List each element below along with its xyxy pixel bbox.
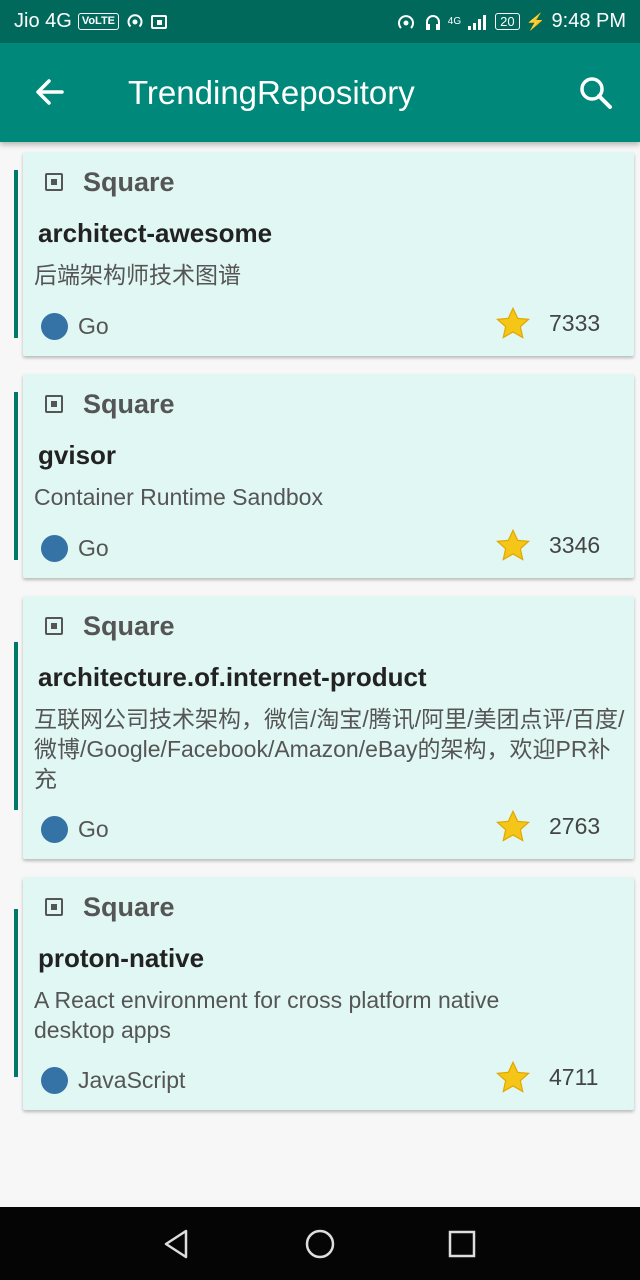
- repo-card[interactable]: Square proton-native A React environment…: [23, 877, 634, 1110]
- battery-level: 20: [495, 13, 520, 30]
- repo-name[interactable]: proton-native: [38, 943, 204, 974]
- repo-name[interactable]: architecture.of.internet-product: [38, 662, 427, 693]
- owner-name: Square: [83, 166, 175, 197]
- accent-bar: [14, 392, 18, 560]
- owner-avatar-icon: [45, 395, 63, 413]
- repo-description: A React environment for cross platform n…: [34, 987, 500, 1043]
- accent-bar: [14, 642, 18, 810]
- repo-card[interactable]: Square architect-awesome 后端架构师技术图谱 Go 73…: [23, 152, 634, 356]
- owner-avatar-icon: [45, 173, 63, 191]
- repo-description: 互联网公司技术架构，微信/淘宝/腾讯/阿里/美团点评/百度/微博/Google/…: [34, 706, 625, 792]
- star-icon: [495, 1060, 531, 1093]
- language-dot-icon: [41, 535, 68, 562]
- accent-bar: [14, 909, 18, 1077]
- owner-name: Square: [83, 891, 175, 922]
- repo-description: Container Runtime Sandbox: [34, 484, 323, 510]
- circle-home-icon[interactable]: [301, 1225, 339, 1263]
- owner-avatar-icon: [45, 617, 63, 635]
- repo-card[interactable]: Square architecture.of.internet-product …: [23, 596, 634, 859]
- repo-card[interactable]: Square gvisor Container Runtime Sandbox …: [23, 374, 634, 578]
- app-bar: TrendingRepository: [0, 43, 640, 142]
- square-recents-icon[interactable]: [443, 1225, 481, 1263]
- star-icon: [495, 306, 531, 339]
- volte-badge: VoLTE: [77, 13, 120, 30]
- star-icon: [495, 528, 531, 561]
- search-icon[interactable]: [574, 71, 618, 115]
- language-dot-icon: [41, 1067, 68, 1094]
- language-label: Go: [78, 535, 109, 561]
- language-dot-icon: [41, 313, 68, 340]
- owner-row: Square: [45, 166, 175, 198]
- headset-icon: [425, 14, 440, 30]
- hotspot-icon: [127, 13, 143, 27]
- owner-row: Square: [45, 610, 175, 642]
- star-icon: [495, 809, 531, 842]
- page-title: TrendingRepository: [128, 74, 415, 111]
- star-count: 2763: [549, 813, 601, 839]
- signal-icon: [468, 14, 487, 30]
- owner-avatar-icon: [45, 898, 63, 916]
- star-count: 4711: [549, 1064, 599, 1090]
- carrier-label: Jio 4G: [14, 10, 72, 32]
- star-count: 3346: [549, 532, 601, 558]
- system-nav-bar: [0, 1207, 640, 1280]
- screen-cast-icon: [151, 14, 168, 29]
- arrow-left-icon[interactable]: [30, 72, 70, 112]
- repo-name[interactable]: gvisor: [38, 440, 116, 471]
- owner-name: Square: [83, 388, 175, 419]
- accent-bar: [14, 170, 18, 338]
- language-label: Go: [78, 816, 109, 842]
- status-bar: Jio 4G VoLTE 4G 20 ⚡ 9:48 PM: [0, 0, 640, 43]
- star-count: 7333: [549, 310, 601, 336]
- owner-row: Square: [45, 388, 175, 420]
- network-type-label: 4G: [447, 15, 462, 27]
- charging-icon: ⚡: [525, 13, 546, 31]
- owner-row: Square: [45, 891, 175, 923]
- language-dot-icon: [41, 816, 68, 843]
- triangle-back-icon[interactable]: [158, 1225, 196, 1263]
- repo-description: 后端架构师技术图谱: [34, 262, 241, 288]
- repo-name[interactable]: architect-awesome: [38, 218, 272, 249]
- language-label: JavaScript: [78, 1067, 186, 1093]
- owner-name: Square: [83, 610, 175, 641]
- language-label: Go: [78, 313, 109, 339]
- hotspot-status-icon: [397, 14, 414, 29]
- clock: 9:48 PM: [551, 10, 626, 32]
